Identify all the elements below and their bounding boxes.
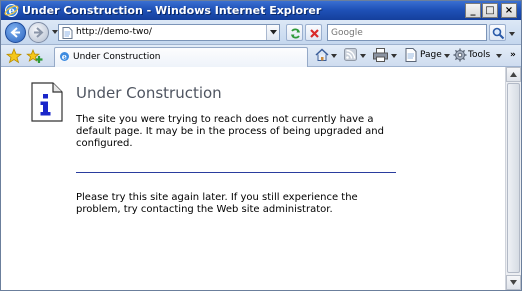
chevron-down-icon — [444, 54, 450, 58]
message-paragraph: The site you were trying to reach does n… — [76, 114, 384, 149]
url-text[interactable]: http://demo-two/ — [76, 27, 152, 37]
more-commands-button[interactable]: » — [510, 50, 516, 60]
page-menu-button[interactable]: Page — [405, 48, 450, 64]
info-document-icon — [31, 82, 63, 122]
tools-menu-button[interactable]: Tools — [453, 48, 502, 64]
search-field[interactable] — [327, 24, 487, 41]
chevron-down-icon[interactable] — [360, 54, 366, 58]
stop-icon — [310, 29, 319, 38]
tab-label: Under Construction — [73, 52, 161, 62]
forward-arrow-icon — [34, 27, 44, 38]
address-row: http://demo-two/ — [1, 20, 521, 45]
back-button[interactable] — [5, 22, 26, 43]
page-icon — [62, 27, 73, 39]
refresh-button[interactable] — [286, 24, 303, 41]
divider — [76, 172, 396, 173]
stop-button[interactable] — [305, 24, 322, 41]
page-icon — [405, 48, 417, 62]
ie-icon: e — [60, 52, 69, 62]
home-icon — [315, 48, 329, 61]
address-bar[interactable]: http://demo-two/ — [58, 24, 280, 41]
window-title: Under Construction - Windows Internet Ex… — [22, 4, 322, 17]
tools-menu-label: Tools — [468, 50, 491, 60]
tools-gear-icon — [453, 48, 467, 62]
browser-window: e Under Construction - Windows Internet … — [0, 0, 522, 291]
chevron-down-icon — [270, 30, 277, 35]
vertical-scrollbar[interactable] — [505, 67, 521, 290]
search-button[interactable] — [489, 24, 506, 41]
ie-icon: e — [4, 4, 19, 17]
svg-text:e: e — [62, 52, 67, 62]
chevron-down-icon[interactable] — [391, 54, 397, 58]
home-button[interactable] — [315, 48, 337, 64]
add-favorites-icon[interactable] — [26, 48, 44, 64]
print-button[interactable] — [373, 48, 397, 64]
tab-row: e Under Construction Page Tools » — [1, 45, 521, 67]
scroll-up-button[interactable] — [506, 67, 521, 82]
search-icon — [492, 27, 505, 40]
scroll-thumb[interactable] — [507, 83, 520, 273]
search-input[interactable] — [328, 25, 478, 40]
back-arrow-icon — [10, 27, 20, 38]
title-bar: e Under Construction - Windows Internet … — [1, 1, 521, 20]
favorites-star-icon[interactable] — [6, 48, 22, 64]
chevron-down-icon — [496, 54, 502, 58]
scroll-down-button[interactable] — [506, 275, 521, 290]
maximize-button[interactable]: □ — [482, 3, 498, 18]
feeds-button[interactable] — [344, 48, 366, 64]
forward-button[interactable] — [28, 22, 49, 43]
search-options-dropdown-icon[interactable] — [508, 30, 516, 38]
chevron-up-icon — [510, 72, 517, 77]
feeds-icon — [344, 48, 357, 61]
print-icon — [373, 48, 388, 62]
chevron-down-icon — [510, 280, 517, 285]
address-dropdown-button[interactable] — [266, 25, 279, 40]
close-button[interactable]: × — [501, 3, 517, 18]
tab-under-construction[interactable]: e Under Construction — [54, 47, 308, 67]
help-paragraph: Please try this site again later. If you… — [76, 192, 358, 215]
chevron-down-icon[interactable] — [331, 54, 337, 58]
page-menu-label: Page — [420, 50, 442, 60]
refresh-icon — [291, 28, 300, 39]
page-title: Under Construction — [76, 84, 222, 102]
minimize-button[interactable]: _ — [465, 3, 481, 18]
page-content: Under Construction The site you were try… — [1, 67, 505, 290]
